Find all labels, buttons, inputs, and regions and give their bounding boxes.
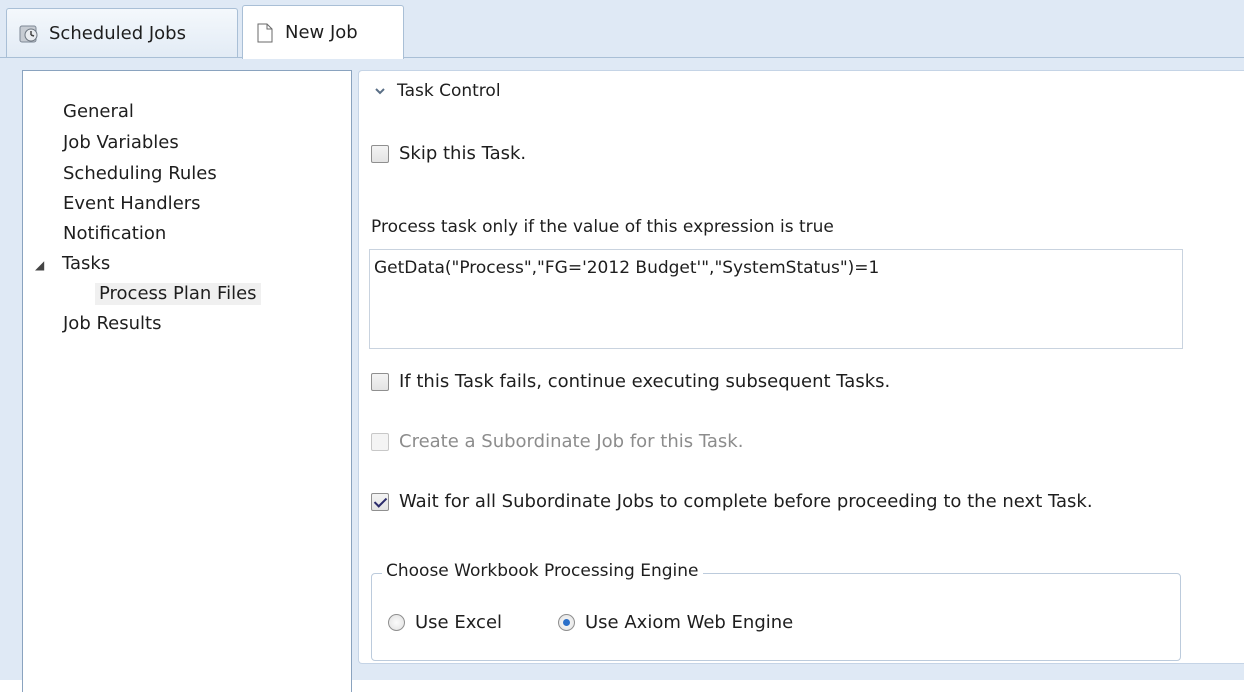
create-subordinate-label: Create a Subordinate Job for this Task. (399, 431, 744, 452)
wait-subordinate-label: Wait for all Subordinate Jobs to complet… (399, 491, 1093, 512)
use-excel-label: Use Excel (415, 612, 503, 633)
continue-on-fail-label: If this Task fails, continue executing s… (399, 371, 891, 392)
tab-new-job[interactable]: New Job (242, 5, 404, 59)
scheduled-jobs-icon (17, 22, 41, 46)
create-subordinate-checkbox (371, 432, 389, 451)
navigation-tree: General Job Variables Scheduling Rules E… (22, 70, 352, 692)
skip-task-label: Skip this Task. (399, 143, 527, 164)
use-excel-option[interactable]: Use Excel (388, 612, 502, 633)
expression-label: Process task only if the value of this e… (371, 217, 834, 237)
engine-groupbox: Choose Workbook Processing Engine Use Ex… (371, 561, 1181, 661)
task-control-header[interactable]: Task Control (373, 81, 501, 101)
use-excel-radio[interactable] (388, 614, 405, 631)
chevron-down-icon (373, 83, 387, 97)
create-subordinate-row: Create a Subordinate Job for this Task. (371, 431, 743, 452)
tree-item-process-plan-files[interactable]: Process Plan Files (95, 283, 261, 305)
wait-subordinate-checkbox[interactable] (371, 492, 389, 511)
section-title: Task Control (397, 81, 501, 101)
tree-item-job-results[interactable]: Job Results (63, 313, 161, 335)
document-icon (253, 21, 277, 45)
continue-on-fail-checkbox[interactable] (371, 372, 389, 391)
tree-item-scheduling-rules[interactable]: Scheduling Rules (63, 163, 217, 185)
use-axiom-web-engine-radio[interactable] (558, 614, 575, 631)
tree-item-notification[interactable]: Notification (63, 223, 166, 245)
expression-input[interactable]: GetData("Process","FG='2012 Budget'","Sy… (369, 249, 1183, 349)
job-editor: General Job Variables Scheduling Rules E… (0, 58, 1244, 692)
tree-item-label: Tasks (61, 253, 111, 274)
tab-label: Scheduled Jobs (49, 23, 186, 44)
tab-label: New Job (285, 22, 358, 43)
tree-item-tasks[interactable]: ◢ Tasks (35, 253, 110, 276)
wait-subordinate-row[interactable]: Wait for all Subordinate Jobs to complet… (371, 491, 1093, 512)
skip-task-checkbox[interactable] (371, 144, 389, 163)
tab-scheduled-jobs[interactable]: Scheduled Jobs (6, 8, 238, 58)
use-axiom-web-engine-label: Use Axiom Web Engine (585, 612, 794, 633)
tree-item-job-variables[interactable]: Job Variables (63, 132, 179, 154)
tab-strip: Scheduled Jobs New Job (0, 0, 1244, 59)
tree-item-event-handlers[interactable]: Event Handlers (63, 193, 201, 215)
engine-group-title: Choose Workbook Processing Engine (382, 561, 703, 581)
expand-arrow-icon[interactable]: ◢ (35, 254, 44, 276)
task-control-panel: Task Control Skip this Task. Process tas… (358, 70, 1244, 664)
continue-on-fail-row[interactable]: If this Task fails, continue executing s… (371, 371, 890, 392)
skip-task-checkbox-row[interactable]: Skip this Task. (371, 143, 526, 164)
use-axiom-web-engine-option[interactable]: Use Axiom Web Engine (558, 612, 793, 633)
tree-item-general[interactable]: General (63, 101, 134, 123)
